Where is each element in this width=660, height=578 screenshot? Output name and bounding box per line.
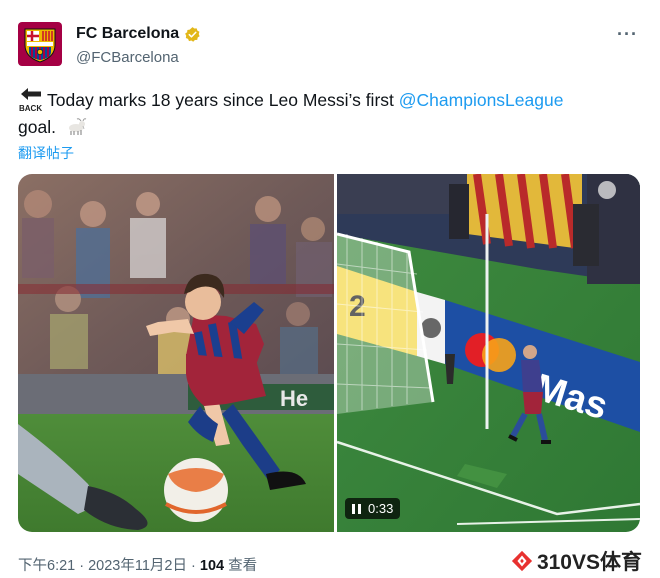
views-count: 104: [199, 558, 225, 574]
media-grid: He 2 Mas 0:33: [18, 174, 640, 532]
mention-link[interactable]: @ChampionsLeague: [399, 90, 564, 110]
author-name[interactable]: FC Barcelona: [76, 25, 179, 43]
author-name-row[interactable]: FC Barcelona: [76, 25, 201, 43]
watermark-logo-icon: [511, 550, 533, 572]
translate-post-link[interactable]: 翻译帖子: [18, 143, 74, 163]
tweet-text-before: Today marks 18 years since Leo Messi’s f…: [47, 90, 399, 110]
svg-text:BACK: BACK: [19, 104, 42, 112]
pause-icon[interactable]: [352, 503, 361, 514]
verified-badge-icon: [185, 26, 200, 42]
video-controls[interactable]: 0:33: [345, 498, 401, 519]
author-handle[interactable]: @FCBarcelona: [76, 49, 179, 66]
tweet-text-after: goal.: [18, 117, 56, 137]
tweet-meta: 下午6:21 · 2023年11月2日 · 104 查看: [18, 554, 257, 575]
goat-emoji-icon: [65, 117, 87, 135]
timestamp[interactable]: 下午6:21 · 2023年11月2日 ·: [18, 558, 200, 574]
views-label: 查看: [224, 558, 258, 574]
tweet-text: BACK Today marks 18 years since Leo Mess…: [18, 86, 638, 141]
watermark-text: 310VS体育: [536, 551, 642, 574]
more-options-icon[interactable]: ···: [617, 24, 638, 45]
avatar[interactable]: [18, 22, 62, 66]
svg-text:He: He: [280, 386, 308, 411]
video-player[interactable]: 2 Mas 0:33: [337, 174, 640, 532]
fcb-crest-icon: [24, 28, 56, 63]
back-arrow-emoji-icon: BACK: [18, 86, 44, 113]
video-time: 0:33: [368, 501, 394, 516]
watermark: 310VS体育: [511, 546, 642, 576]
messi-photo[interactable]: He: [18, 174, 334, 532]
